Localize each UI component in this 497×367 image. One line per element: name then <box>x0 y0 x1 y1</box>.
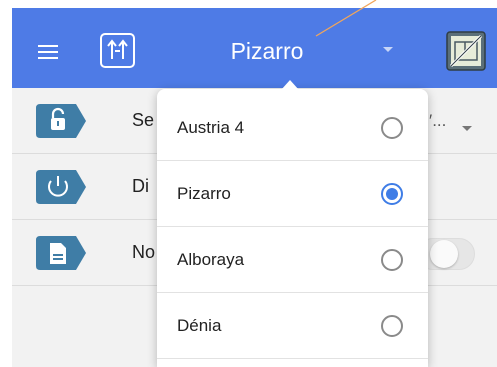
location-title[interactable]: Pizarro <box>192 34 342 68</box>
app-bar: Pizarro <box>12 8 497 88</box>
radio-button-selected[interactable] <box>381 183 403 205</box>
option-label: Pizarro <box>177 184 231 203</box>
row-value: ′... <box>429 111 447 130</box>
radio-button[interactable] <box>381 249 403 271</box>
radio-button[interactable] <box>381 315 403 337</box>
chevron-down-icon[interactable] <box>462 126 472 131</box>
option-denia[interactable]: Dénia <box>157 293 428 359</box>
padlock-open-icon <box>36 104 86 138</box>
hamburger-icon[interactable] <box>38 45 58 59</box>
option-label: Dénia <box>177 316 222 335</box>
location-dropdown: Austria 4 Pizarro Alboraya Dénia <box>157 89 428 367</box>
radio-button[interactable] <box>381 117 403 139</box>
option-austria-4[interactable]: Austria 4 <box>157 95 428 161</box>
chevron-down-icon[interactable] <box>383 47 393 52</box>
screen: Pizarro Se ′... Di No Austria 4 Pizarro … <box>0 0 497 367</box>
power-icon <box>36 170 86 204</box>
option-alboraya[interactable]: Alboraya <box>157 227 428 293</box>
option-label: Austria 4 <box>177 118 245 137</box>
option-label: Alboraya <box>177 250 245 269</box>
toggle-knob <box>430 240 458 268</box>
popup-arrow <box>281 80 299 90</box>
option-pizarro[interactable]: Pizarro <box>157 161 428 227</box>
sort-arrows-icon[interactable] <box>99 32 136 69</box>
document-icon <box>36 236 86 270</box>
floorplan-icon[interactable] <box>445 30 487 72</box>
